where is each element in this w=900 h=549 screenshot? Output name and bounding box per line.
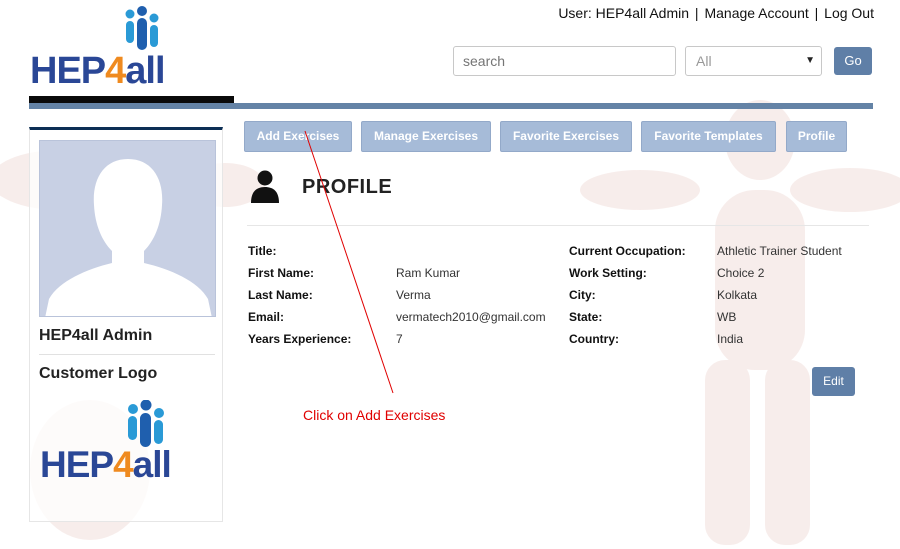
avatar[interactable]	[39, 140, 216, 317]
customer-logo: HEP4all	[40, 400, 214, 492]
divider	[39, 354, 215, 355]
title-label: Title:	[248, 244, 277, 258]
years-experience-value: 7	[396, 332, 403, 346]
state-value: WB	[717, 310, 737, 324]
header-blue-bar	[29, 103, 873, 109]
email-value: vermatech2010@gmail.com	[396, 310, 546, 324]
sidebar: HEP4all Admin Customer Logo HEP4all	[29, 127, 223, 522]
favorite-templates-button[interactable]: Favorite Templates	[641, 121, 776, 152]
country-value: India	[717, 332, 744, 346]
work-setting-value: Choice 2	[717, 266, 765, 280]
category-select[interactable]: All ▼	[685, 46, 822, 76]
country-label: Country:	[569, 332, 619, 346]
edit-button[interactable]: Edit	[812, 367, 855, 396]
favorite-exercises-button[interactable]: Favorite Exercises	[500, 121, 632, 152]
last-name-value: Verma	[396, 288, 431, 302]
hep4all-logo[interactable]: HEP4all	[30, 6, 205, 92]
user-label: User: HEP4all Admin	[558, 5, 690, 21]
annotation-text: Click on Add Exercises	[303, 407, 446, 423]
people-figures-icon	[125, 6, 159, 50]
manage-account-link[interactable]: Manage Account	[704, 5, 808, 21]
first-name-value: Ram Kumar	[396, 266, 461, 280]
header-dark-bar	[29, 96, 234, 103]
chevron-down-icon: ▼	[805, 55, 815, 66]
add-exercises-button[interactable]: Add Exercises	[244, 121, 352, 152]
state-label: State:	[569, 310, 603, 324]
user-silhouette-icon	[45, 159, 212, 316]
log-out-link[interactable]: Log Out	[824, 5, 874, 21]
city-label: City:	[569, 288, 596, 302]
email-label: Email:	[248, 310, 285, 324]
first-name-label: First Name:	[248, 266, 315, 280]
customer-logo-label: Customer Logo	[39, 365, 158, 382]
work-setting-label: Work Setting:	[569, 266, 647, 280]
separator: |	[694, 5, 699, 21]
search-input[interactable]	[453, 46, 676, 76]
page-title: PROFILE	[302, 176, 393, 198]
city-value: Kolkata	[717, 288, 758, 302]
user-icon	[251, 170, 279, 203]
sidebar-user-name: HEP4all Admin	[39, 327, 153, 344]
occupation-value: Athletic Trainer Student	[717, 244, 842, 258]
last-name-label: Last Name:	[248, 288, 313, 302]
manage-exercises-button[interactable]: Manage Exercises	[361, 121, 491, 152]
years-experience-label: Years Experience:	[248, 332, 352, 346]
go-button[interactable]: Go	[834, 47, 872, 75]
customer-logo-wordmark: HEP4all	[40, 444, 172, 485]
occupation-label: Current Occupation:	[569, 244, 686, 258]
logo-wordmark: HEP4all	[30, 50, 166, 92]
divider	[247, 225, 869, 226]
category-select-value: All	[696, 53, 712, 69]
top-user-links: User: HEP4all Admin | Manage Account | L…	[558, 5, 874, 21]
profile-button[interactable]: Profile	[786, 121, 847, 152]
separator: |	[814, 5, 819, 21]
